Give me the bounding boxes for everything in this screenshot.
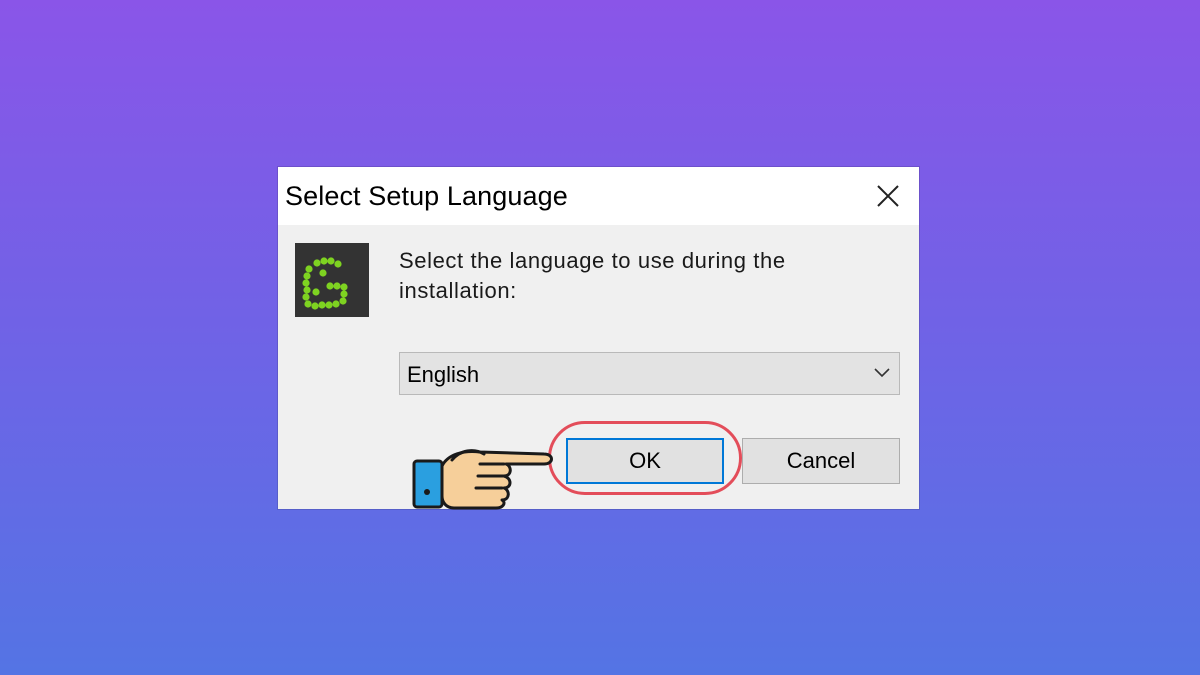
- pointing-hand-icon: [412, 449, 553, 510]
- chevron-down-icon: [874, 368, 890, 378]
- title-bar: Select Setup Language: [278, 167, 919, 225]
- language-select[interactable]: English: [399, 352, 900, 395]
- greenshot-logo-icon: [302, 257, 348, 310]
- cancel-button[interactable]: Cancel: [742, 438, 900, 484]
- dialog-title: Select Setup Language: [285, 181, 568, 211]
- language-prompt: Select the language to use during the in…: [399, 248, 786, 303]
- close-button[interactable]: [865, 173, 911, 219]
- close-icon: [877, 185, 899, 207]
- setup-language-dialog: Select Setup Language Select the languag…: [278, 167, 919, 509]
- language-select-value: English: [407, 362, 480, 387]
- app-logo-icon: [295, 243, 369, 317]
- ok-button[interactable]: OK: [566, 438, 724, 484]
